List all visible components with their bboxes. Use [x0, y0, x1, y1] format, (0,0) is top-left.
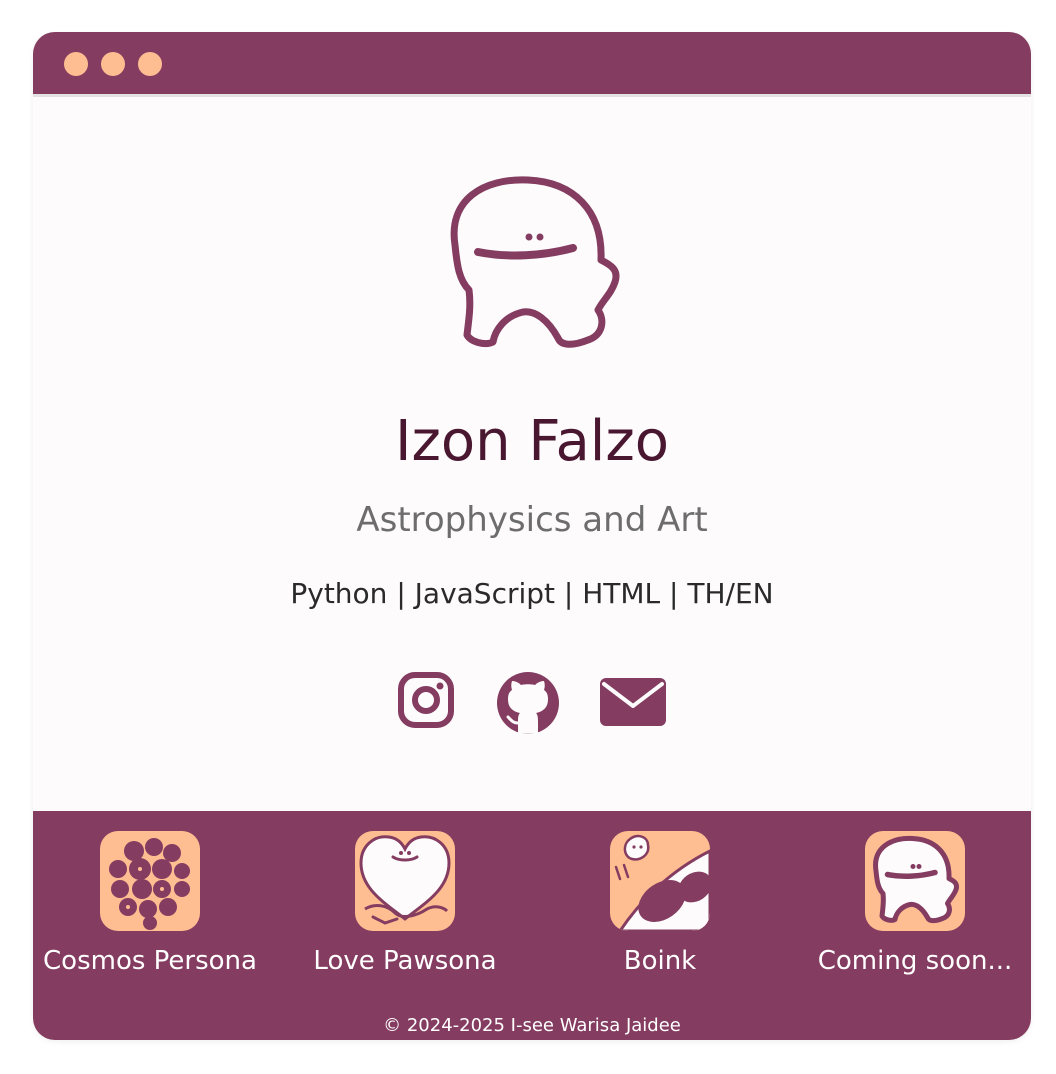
project-label: Cosmos Persona — [43, 946, 257, 976]
profile-skills: Python | JavaScript | HTML | TH/EN — [290, 577, 774, 610]
window-dot-minimize[interactable] — [101, 52, 125, 76]
project-label: Love Pawsona — [313, 946, 497, 976]
love-pawsona-icon — [355, 831, 455, 931]
instagram-icon — [397, 671, 455, 729]
email-icon — [600, 676, 666, 728]
github-link[interactable] — [496, 671, 560, 735]
projects-footer: Cosmos Persona Love Pawsona Boink Coming… — [33, 811, 1031, 1040]
project-label: Boink — [623, 946, 697, 976]
copyright-text: © 2024-2025 I-see Warisa Jaidee — [383, 1015, 681, 1036]
mascot-icon — [433, 170, 633, 360]
email-link[interactable] — [600, 676, 666, 740]
cosmos-persona-icon — [100, 831, 200, 931]
instagram-link[interactable] — [397, 671, 455, 735]
github-icon — [496, 671, 560, 735]
window-dot-close[interactable] — [64, 52, 88, 76]
project-label: Coming soon... — [817, 946, 1013, 976]
project-cosmos-persona[interactable]: Cosmos Persona — [33, 831, 270, 981]
browser-window: Izon Falzo Astrophysics and Art Python |… — [33, 32, 1031, 1040]
profile-name: Izon Falzo — [394, 409, 670, 474]
profile-section: Izon Falzo Astrophysics and Art Python |… — [33, 97, 1031, 811]
boink-icon — [610, 831, 710, 931]
coming-soon-icon — [865, 831, 965, 931]
profile-subtitle: Astrophysics and Art — [356, 500, 708, 540]
window-dot-maximize[interactable] — [138, 52, 162, 76]
project-coming-soon[interactable]: Coming soon... — [795, 831, 1031, 981]
project-boink[interactable]: Boink — [540, 831, 780, 981]
project-love-pawsona[interactable]: Love Pawsona — [285, 831, 525, 981]
window-titlebar — [33, 32, 1031, 97]
